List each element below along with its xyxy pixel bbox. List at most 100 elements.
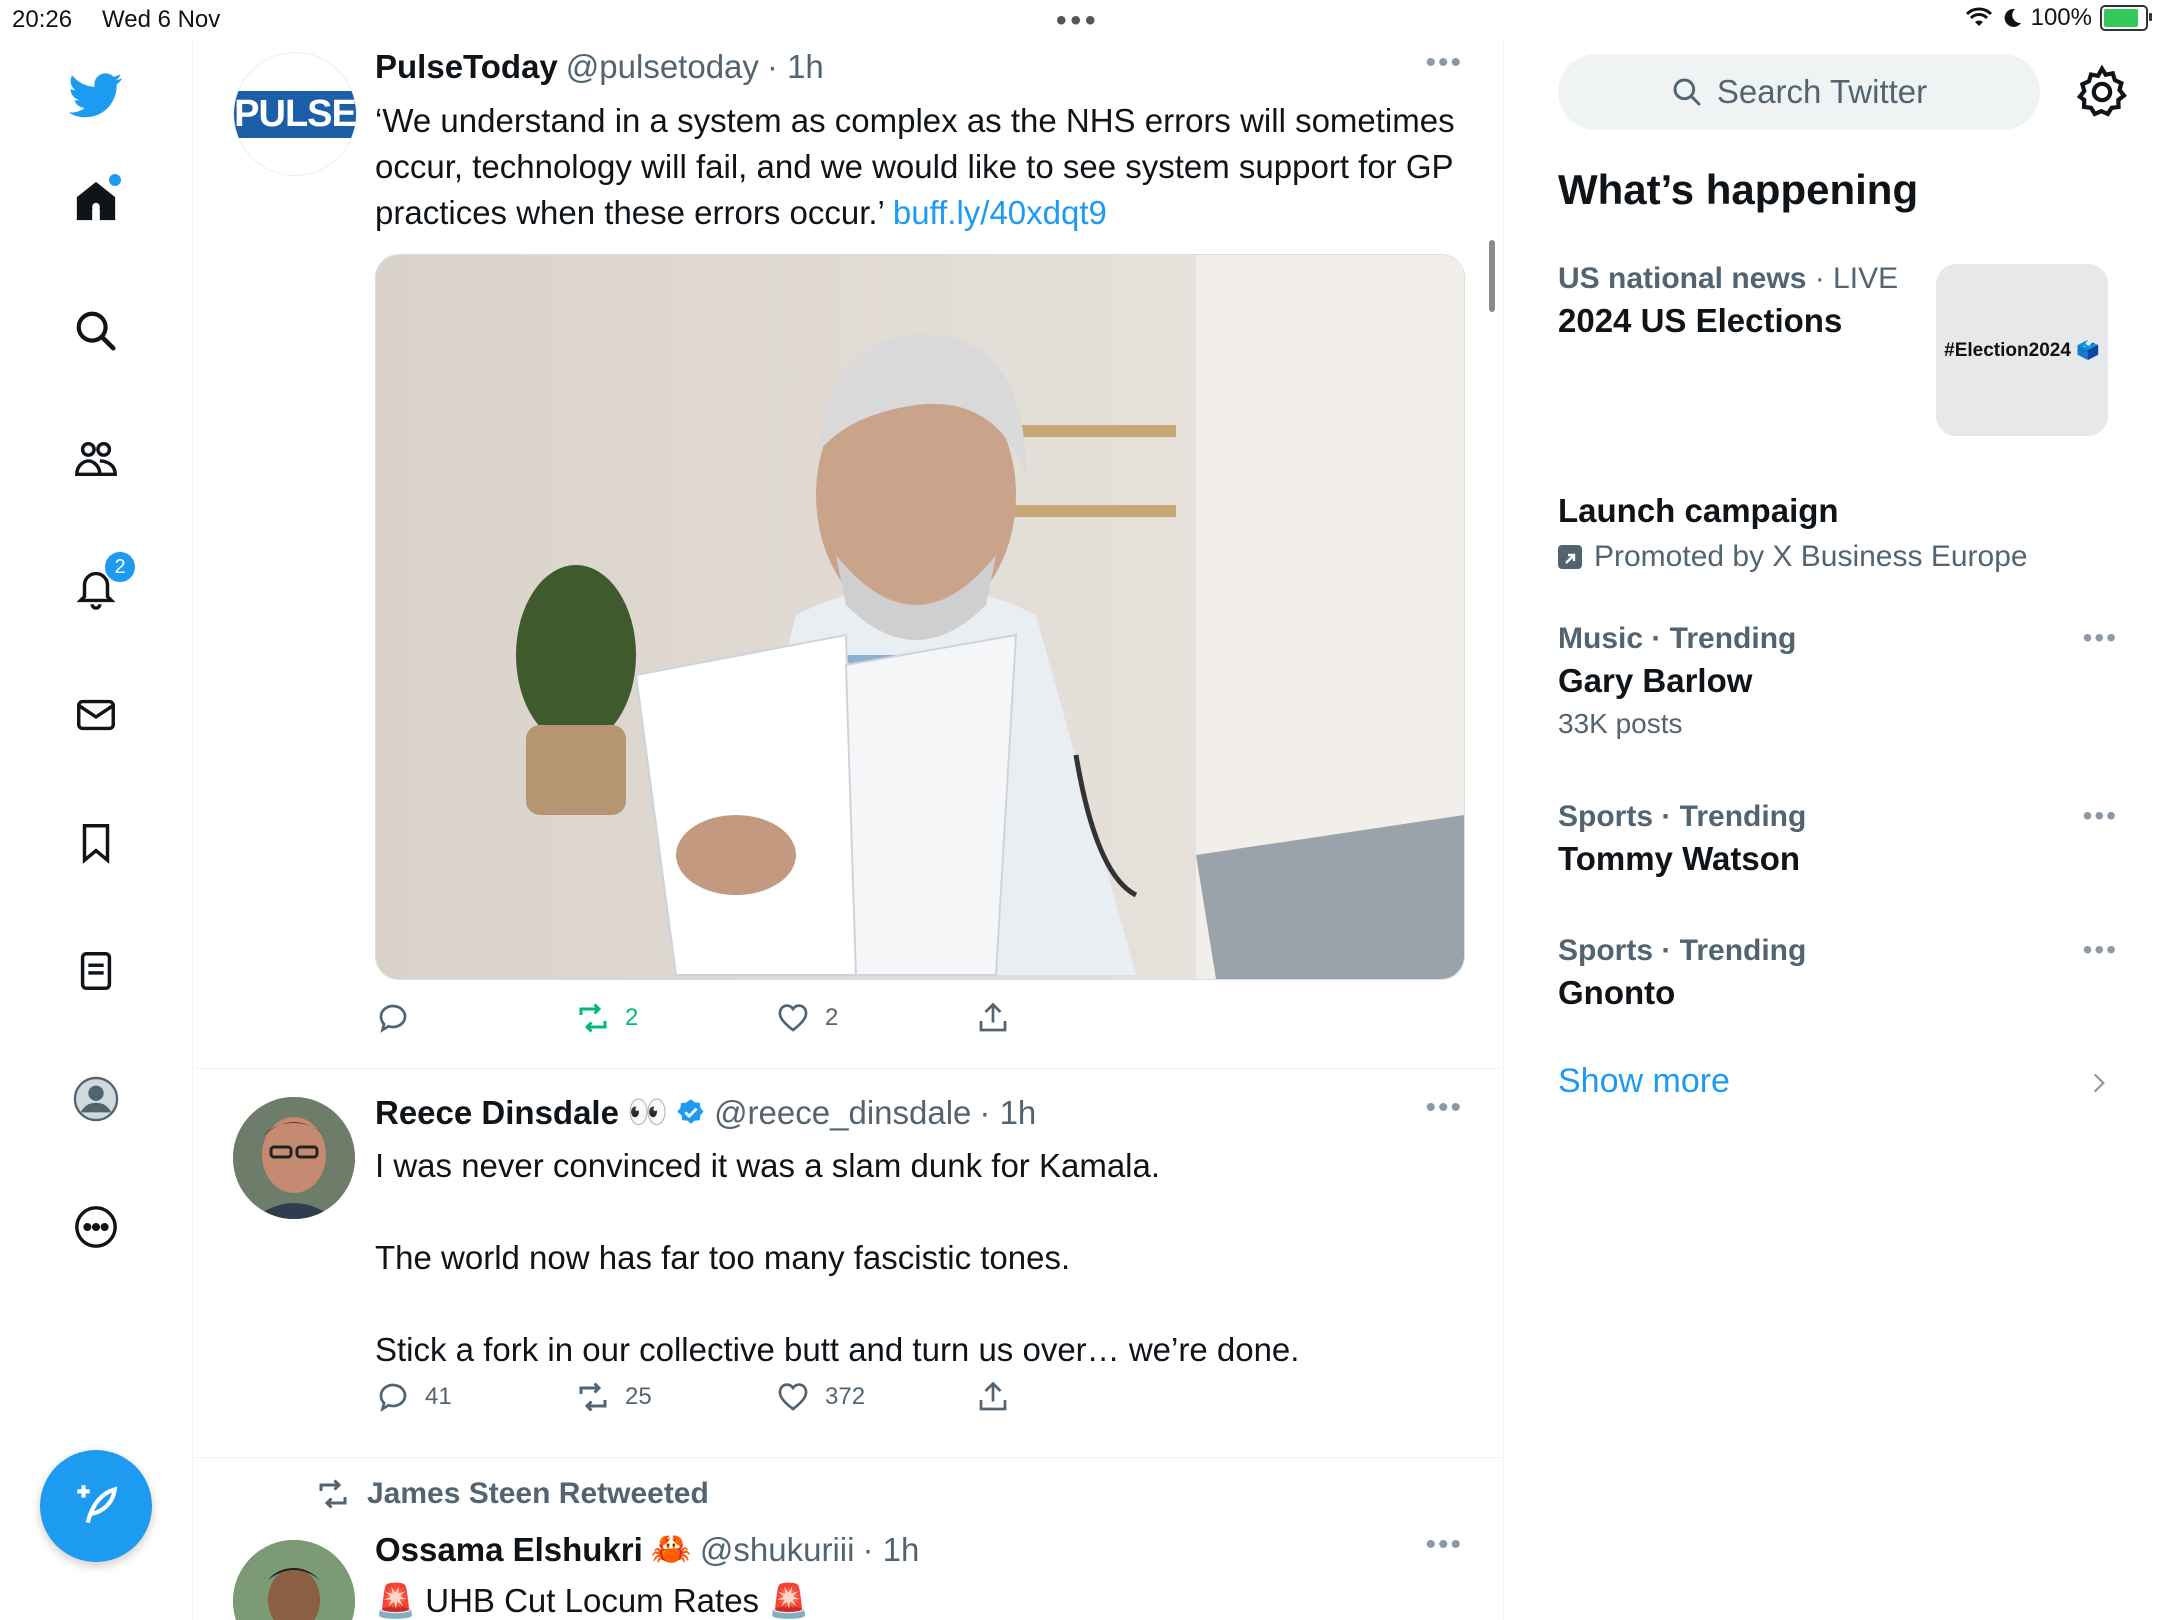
ossama-avatar-photo: [233, 1540, 355, 1620]
retweet-count: 25: [625, 1383, 652, 1410]
explore-search-icon[interactable]: [55, 290, 137, 372]
status-right: 100%: [1965, 4, 2152, 32]
author-handle[interactable]: @reece_dinsdale: [714, 1094, 971, 1132]
share-icon: [979, 1002, 1007, 1032]
tweet-line-2: The world now has far too many fascistic…: [375, 1239, 1071, 1276]
like-count: 2: [825, 1004, 839, 1031]
retweeted-by-line: James Steen Retweeted: [315, 1476, 709, 1512]
author-name[interactable]: Ossama Elshukri: [375, 1531, 643, 1569]
tweet-text: ‘We understand in a system as complex as…: [375, 98, 1455, 236]
author-name[interactable]: PulseToday: [375, 48, 558, 86]
doctor-reading-photo: [376, 255, 1464, 979]
reece-avatar-photo: [233, 1097, 355, 1219]
messages-envelope-icon[interactable]: [55, 674, 137, 756]
wifi-icon: [1965, 7, 1992, 26]
multitask-dots-icon[interactable]: •••: [1056, 4, 1100, 38]
trend-more-icon[interactable]: •••: [2083, 622, 2118, 654]
tweet-ossama-elshukri[interactable]: James Steen Retweeted Ossama Elshukri 🦀 …: [193, 1458, 1503, 1620]
retweet-button[interactable]: 2: [575, 1000, 775, 1036]
left-nav: 2: [0, 40, 193, 1620]
timeline-feed[interactable]: PULSE PulseToday @pulsetoday · 1h ••• ‘W…: [193, 40, 1504, 1620]
like-button[interactable]: 2: [775, 1000, 975, 1036]
trend-topic: Tommy Watson: [1558, 840, 1801, 877]
tweet-time[interactable]: · 1h: [862, 1531, 919, 1569]
trend-topic: Launch campaign: [1558, 492, 1839, 529]
promoted-arrow-icon: [1558, 545, 1582, 569]
compose-tweet-button[interactable]: [40, 1450, 152, 1562]
trend-live: · LIVE: [1806, 262, 1899, 295]
trend-category: US national news: [1558, 262, 1807, 295]
trend-more-icon[interactable]: •••: [2083, 800, 2118, 832]
retweeted-by-text[interactable]: James Steen Retweeted: [367, 1477, 709, 1511]
feather-plus-icon: [77, 1485, 118, 1524]
chevron-right-icon[interactable]: [2086, 1070, 2112, 1096]
tweet-actions: 41 25 372: [375, 1379, 1175, 1415]
home-unread-dot: [109, 174, 121, 186]
tweet-more-icon[interactable]: •••: [1425, 46, 1463, 80]
avatar-reece-dinsdale[interactable]: [233, 1097, 355, 1219]
notifications-bell-icon[interactable]: 2: [55, 546, 137, 628]
right-sidebar: Search Twitter What’s happening US natio…: [1504, 40, 2160, 1620]
lists-icon[interactable]: [55, 930, 137, 1012]
tweet-more-icon[interactable]: •••: [1425, 1528, 1463, 1562]
avatar-pulsetoday[interactable]: PULSE: [233, 52, 357, 176]
author-name[interactable]: Reece Dinsdale: [375, 1094, 619, 1132]
trend-tommy-watson[interactable]: Sports · Trending Tommy Watson •••: [1558, 800, 2118, 878]
tweet-pulsetoday[interactable]: PULSE PulseToday @pulsetoday · 1h ••• ‘W…: [193, 40, 1503, 1069]
communities-icon[interactable]: [55, 418, 137, 500]
whats-happening-title: What’s happening: [1558, 166, 1919, 213]
status-time: 20:26: [12, 6, 73, 33]
trend-category: Sports · Trending: [1558, 800, 1807, 833]
bookmarks-icon[interactable]: [55, 802, 137, 884]
trend-launch-campaign[interactable]: Launch campaign Promoted by X Business E…: [1558, 486, 2118, 574]
retweet-count: 2: [625, 1004, 639, 1031]
like-count: 372: [825, 1383, 866, 1410]
avatar-ossama-elshukri[interactable]: [233, 1540, 355, 1620]
feed-scrollbar[interactable]: [1489, 240, 1495, 312]
trend-category: Music · Trending: [1558, 622, 1797, 655]
like-button[interactable]: 372: [775, 1379, 975, 1415]
twitter-logo-icon[interactable]: [55, 54, 137, 136]
tweet-image-doctor[interactable]: [375, 254, 1465, 980]
tweet-link[interactable]: buff.ly/40xdqt9: [893, 194, 1107, 231]
author-handle[interactable]: @pulsetoday: [566, 48, 759, 86]
trend-topic: Gnonto: [1558, 974, 1676, 1011]
trend-more-icon[interactable]: •••: [2083, 934, 2118, 966]
search-icon: [1673, 78, 1701, 106]
retweet-small-icon: [319, 1479, 347, 1509]
tweet-line-1: I was never convinced it was a slam dunk…: [375, 1147, 1161, 1184]
home-icon[interactable]: [55, 160, 137, 242]
heart-icon: [778, 1383, 808, 1411]
tweet-line-3: Stick a fork in our collective butt and …: [375, 1331, 1300, 1368]
author-handle[interactable]: @shukuriii: [700, 1531, 855, 1569]
reply-button[interactable]: 41: [375, 1379, 575, 1415]
tweet-more-icon[interactable]: •••: [1425, 1091, 1463, 1125]
reply-count: 41: [425, 1383, 452, 1410]
author-emoji: 🦀: [650, 1530, 692, 1567]
tweet-reece-dinsdale[interactable]: Reece Dinsdale 👀 @reece_dinsdale · 1h ••…: [193, 1069, 1503, 1458]
tweet-text: 🚨 UHB Cut Locum Rates 🚨: [375, 1582, 810, 1619]
author-emoji: 👀: [626, 1093, 669, 1130]
retweet-button[interactable]: 25: [575, 1379, 775, 1415]
share-button[interactable]: [975, 1000, 1175, 1036]
tweet-actions: 2 2: [375, 1000, 1175, 1036]
reply-button[interactable]: [375, 1000, 575, 1036]
trend-gnonto[interactable]: Sports · Trending Gnonto •••: [1558, 934, 2118, 1012]
election-thumbnail[interactable]: #Election2024 🗳️: [1936, 264, 2108, 436]
profile-avatar-icon[interactable]: [55, 1058, 137, 1140]
notifications-badge: 2: [103, 550, 137, 584]
share-button[interactable]: [975, 1379, 1175, 1415]
trend-post-count: 33K posts: [1558, 708, 1683, 739]
search-input[interactable]: Search Twitter: [1558, 54, 2040, 130]
show-more-link[interactable]: Show more: [1558, 1062, 1730, 1101]
tweet-header: Reece Dinsdale 👀 @reece_dinsdale · 1h: [375, 1093, 1036, 1132]
status-date: Wed 6 Nov: [102, 6, 221, 33]
tweet-header: Ossama Elshukri 🦀 @shukuriii · 1h: [375, 1530, 919, 1569]
tweet-time[interactable]: · 1h: [767, 48, 824, 86]
battery-percent: 100%: [2030, 4, 2092, 31]
retweet-icon: [579, 1382, 607, 1412]
more-options-icon[interactable]: [55, 1186, 137, 1268]
settings-gear-icon[interactable]: [2074, 64, 2130, 120]
trend-gary-barlow[interactable]: Music · Trending Gary Barlow 33K posts •…: [1558, 622, 2118, 740]
tweet-time[interactable]: · 1h: [979, 1094, 1036, 1132]
